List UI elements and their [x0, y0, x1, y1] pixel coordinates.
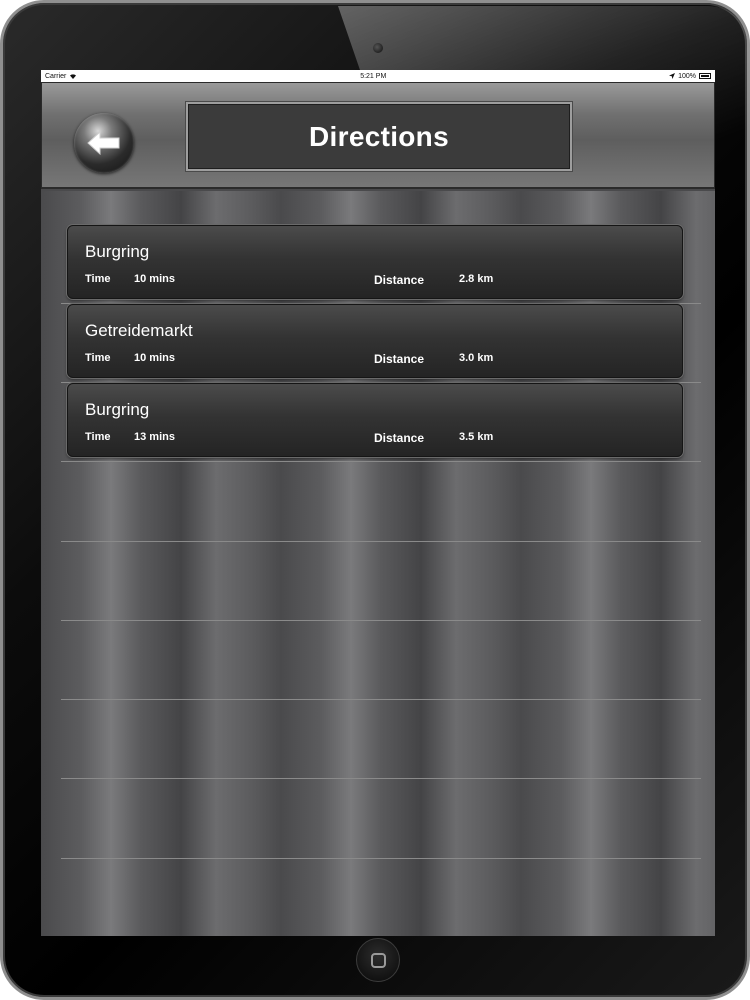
- time-value: 13 mins: [134, 431, 175, 443]
- status-left: Carrier: [45, 73, 77, 80]
- route-card[interactable]: Burgring Time 13 mins Distance 3.5 km: [67, 383, 683, 457]
- row-separator: [61, 858, 701, 859]
- status-bar: Carrier 5:21 PM 100%: [41, 70, 715, 82]
- home-square-icon: [370, 952, 386, 968]
- time-label: Time: [85, 431, 111, 443]
- row-separator: [61, 541, 701, 542]
- screen: Carrier 5:21 PM 100% Directions Burgring…: [41, 70, 715, 936]
- row-separator: [61, 699, 701, 700]
- distance-value: 3.5 km: [459, 431, 494, 443]
- route-card[interactable]: Burgring Time 10 mins Distance 2.8 km: [67, 225, 683, 299]
- camera-icon: [373, 43, 383, 53]
- row-separator: [61, 778, 701, 779]
- route-name: Burgring: [85, 242, 150, 261]
- distance-value: 2.8 km: [459, 273, 494, 285]
- status-time: 5:21 PM: [360, 72, 387, 80]
- distance-label: Distance: [374, 273, 425, 287]
- status-right: 100%: [669, 73, 711, 80]
- navigation-bar: Directions: [41, 82, 715, 189]
- battery-percent: 100%: [678, 72, 696, 80]
- distance-value: 3.0 km: [459, 352, 494, 364]
- back-button[interactable]: [74, 113, 134, 173]
- location-arrow-icon: [669, 73, 676, 79]
- time-label: Time: [85, 352, 111, 364]
- arrow-left-icon: [87, 131, 120, 155]
- route-card[interactable]: Getreidemarkt Time 10 mins Distance 3.0 …: [67, 304, 683, 378]
- battery-icon: [699, 73, 711, 79]
- time-value: 10 mins: [134, 273, 175, 285]
- distance-label: Distance: [374, 431, 425, 445]
- time-label: Time: [85, 273, 111, 285]
- row-separator: [61, 461, 701, 462]
- directions-list[interactable]: Burgring Time 10 mins Distance 2.8 km Ge…: [41, 191, 715, 936]
- ipad-device-frame: Carrier 5:21 PM 100% Directions Burgring…: [0, 0, 750, 1000]
- carrier-label: Carrier: [45, 72, 67, 80]
- row-separator: [61, 620, 701, 621]
- title-box: Directions: [186, 102, 572, 171]
- time-value: 10 mins: [134, 352, 175, 364]
- home-button[interactable]: [356, 938, 400, 982]
- route-name: Getreidemarkt: [85, 321, 193, 340]
- distance-label: Distance: [374, 352, 425, 366]
- route-name: Burgring: [85, 400, 150, 419]
- wifi-icon: [70, 74, 77, 79]
- page-title: Directions: [309, 120, 449, 152]
